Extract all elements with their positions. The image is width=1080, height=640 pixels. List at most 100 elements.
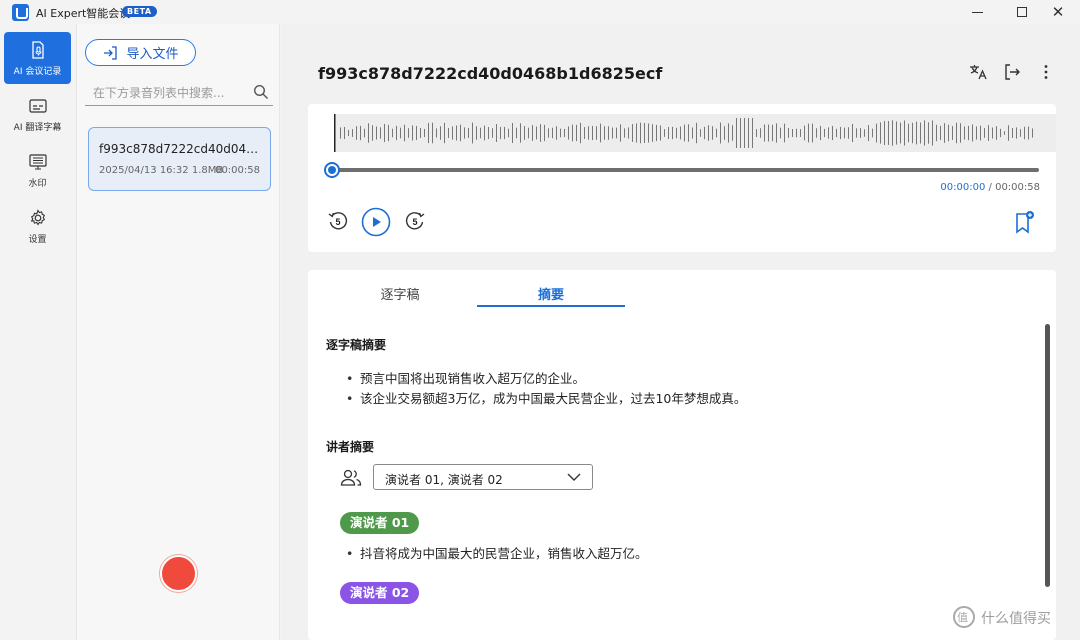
waveform-bar	[460, 124, 461, 142]
tab-transcript[interactable]: 逐字稿	[326, 284, 474, 306]
speaker-filter-value: 演说者 01, 演说者 02	[385, 473, 503, 487]
waveform-bar	[368, 123, 369, 143]
waveform-bar	[620, 124, 621, 142]
progress-handle[interactable]	[324, 162, 340, 178]
waveform-bar	[380, 127, 381, 139]
rail-item-translate-subtitles[interactable]: AI 翻译字幕	[4, 88, 71, 140]
waveform-bar	[788, 128, 789, 138]
add-bookmark-icon[interactable]	[1013, 210, 1035, 234]
list-item: 该企业交易额超3万亿，成为中国最大民营企业，过去10年梦想成真。	[346, 388, 746, 407]
export-icon[interactable]	[1002, 62, 1022, 82]
play-button[interactable]	[361, 207, 391, 237]
waveform-bar	[700, 129, 701, 137]
waveform-bar	[756, 129, 757, 137]
waveform-bar	[820, 125, 821, 141]
record-button[interactable]	[160, 555, 197, 592]
waveform-bar	[536, 126, 537, 140]
waveform-bar	[1016, 127, 1017, 139]
waveform-bar	[636, 123, 637, 143]
waveform-bar	[520, 123, 521, 143]
import-file-label: 导入文件	[126, 47, 179, 62]
waveform-bars	[334, 114, 1033, 152]
waveform-bar	[680, 126, 681, 140]
waveform-bar	[688, 124, 689, 142]
waveform-bar	[964, 126, 965, 140]
time-readout: 00:00:00 / 00:00:58	[940, 182, 1040, 193]
waveform-bar	[692, 127, 693, 139]
waveform-bar	[600, 123, 601, 143]
list-item: 预言中国将出现销售收入超万亿的企业。	[346, 368, 585, 387]
waveform-bar	[528, 127, 529, 139]
waveform-bar	[376, 126, 377, 140]
speaker-summary-heading: 讲者摘要	[326, 440, 375, 454]
close-window-button[interactable]: ✕	[1035, 0, 1080, 24]
waveform-bar	[644, 122, 645, 144]
subtitle-icon	[28, 99, 47, 113]
search-icon[interactable]	[253, 84, 269, 100]
recording-list-item[interactable]: f993c878d7222cd40d0468b1... 2025/04/13 1…	[88, 127, 271, 191]
waveform-bar	[524, 126, 525, 140]
waveform[interactable]	[334, 114, 1056, 152]
scrollbar[interactable]	[1045, 324, 1050, 587]
waveform-bar	[648, 123, 649, 143]
progress-track[interactable]	[331, 168, 1039, 172]
content-card: 逐字稿 摘要 逐字稿摘要 预言中国将出现销售收入超万亿的企业。 该企业交易额超3…	[308, 270, 1056, 640]
recording-duration: 00:00:58	[215, 165, 260, 176]
skip-back-5-button[interactable]: 5	[327, 210, 349, 232]
waveform-bar	[640, 122, 641, 144]
waveform-bar	[780, 127, 781, 139]
waveform-bar	[400, 127, 401, 139]
waveform-bar	[556, 126, 557, 140]
waveform-bar	[504, 126, 505, 140]
waveform-bar	[992, 127, 993, 139]
waveform-bar	[748, 118, 749, 148]
waveform-bar	[940, 125, 941, 141]
waveform-bar	[476, 126, 477, 140]
skip-forward-5-button[interactable]: 5	[404, 210, 426, 232]
tab-summary[interactable]: 摘要	[477, 284, 625, 307]
waveform-bar	[900, 122, 901, 144]
search-input[interactable]	[93, 83, 243, 103]
recording-date: 2025/04/13 16:32	[99, 165, 189, 176]
waveform-bar	[508, 128, 509, 138]
waveform-bar	[776, 123, 777, 143]
waveform-bar	[448, 127, 449, 139]
waveform-bar	[828, 127, 829, 139]
waveform-bar	[432, 122, 433, 144]
translate-icon[interactable]	[968, 62, 988, 82]
speaker-filter-select[interactable]: 演说者 01, 演说者 02	[373, 464, 593, 490]
waveform-bar	[488, 127, 489, 139]
site-logo-icon	[953, 606, 975, 628]
rail-item-meeting-notes[interactable]: AI 会议记录	[4, 32, 71, 84]
minimize-button[interactable]	[954, 0, 1000, 24]
waveform-bar	[984, 128, 985, 138]
more-options-icon[interactable]	[1036, 62, 1056, 82]
rail-item-watermark[interactable]: 水印	[4, 144, 71, 196]
rail-item-settings[interactable]: 设置	[4, 200, 71, 252]
waveform-bar	[892, 120, 893, 146]
waveform-bar	[696, 122, 697, 144]
waveform-bar	[628, 127, 629, 139]
waveform-bar	[472, 122, 473, 144]
close-icon: ✕	[1051, 2, 1065, 21]
waveform-bar	[808, 123, 809, 143]
total-time: 00:00:58	[995, 182, 1040, 193]
maximize-icon	[1017, 7, 1027, 17]
waveform-bar	[864, 129, 865, 137]
site-watermark: 什么值得买	[953, 604, 1073, 632]
waveform-bar	[428, 122, 429, 144]
search-box	[85, 80, 273, 106]
import-file-button[interactable]: 导入文件	[85, 39, 196, 66]
waveform-bar	[932, 120, 933, 146]
title-bar: AI Expert智能会议 BETA ✕	[0, 0, 1080, 24]
waveform-bar	[392, 128, 393, 138]
waveform-bar	[928, 122, 929, 144]
waveform-bar	[988, 125, 989, 141]
waveform-bar	[532, 125, 533, 141]
waveform-bar	[784, 123, 785, 143]
waveform-bar	[616, 127, 617, 139]
rail-label: AI 翻译字幕	[13, 123, 62, 133]
waveform-bar	[880, 122, 881, 144]
watermark-text: 什么值得买	[981, 611, 1051, 627]
waveform-bar	[948, 124, 949, 142]
